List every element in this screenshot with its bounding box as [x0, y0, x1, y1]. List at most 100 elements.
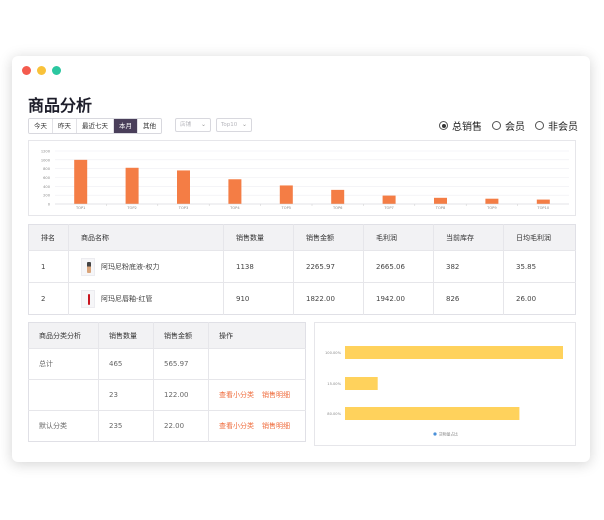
- view-subcategory-link[interactable]: 查看小分类: [219, 422, 254, 430]
- radio-member[interactable]: 会员: [492, 118, 525, 133]
- bar: [382, 195, 396, 204]
- cell-stock: 826: [433, 282, 504, 315]
- x-tick-label: TOP10: [536, 206, 549, 210]
- table-row: 23 122.00 查看小分类 销售明细: [28, 379, 306, 411]
- hbar-chart-svg: 100.00% 15.00% 80.00% 货物量占比: [325, 346, 563, 437]
- cell-product: 阿玛尼粉底液-权力: [68, 250, 224, 283]
- x-tick-label: TOP7: [383, 206, 393, 210]
- sales-detail-link[interactable]: 销售明细: [262, 422, 290, 430]
- cell-category: 总计: [28, 348, 99, 380]
- bar: [536, 199, 550, 204]
- cell-qty: 1138: [223, 250, 294, 283]
- bar: [125, 167, 139, 204]
- cell-actions: [208, 348, 306, 380]
- cell-category: 默认分类: [28, 410, 99, 442]
- legend-swatch: [433, 432, 437, 436]
- col-header-actions: 操作: [208, 322, 306, 349]
- period-yesterday-button[interactable]: 昨天: [53, 119, 77, 133]
- sales-type-radio-group: 总销售 会员 非会员: [439, 118, 578, 133]
- top-products-bar-chart: 0 200 400 600 800 1000 1200 TOP1 TOP2 TOP3 TOP4 TOP…: [28, 140, 576, 216]
- y-tick-label: 600: [43, 176, 51, 180]
- table-row[interactable]: 1 阿玛尼粉底液-权力 1138 2265.97 2665.06 382 35.…: [28, 250, 576, 283]
- period-segmented-control: 今天 昨天 最近七天 本月 其他: [28, 118, 162, 134]
- cell-rank: 1: [28, 250, 69, 283]
- col-header-qty: 销售数量: [223, 224, 294, 251]
- bar: [331, 189, 345, 204]
- radio-non-member-label: 非会员: [548, 122, 578, 133]
- x-tick-label: TOP9: [486, 206, 497, 210]
- x-tick-label: TOP3: [178, 206, 188, 210]
- cell-amount: 1822.00: [293, 282, 364, 315]
- bar: [279, 185, 293, 204]
- cell-category: [28, 379, 99, 411]
- period-last7days-button[interactable]: 最近七天: [77, 119, 114, 133]
- bar-chart-svg: 0 200 400 600 800 1000 1200 TOP1 TOP2 TOP3 TOP4 TOP…: [41, 150, 569, 210]
- x-tick-label: TOP8: [435, 206, 446, 210]
- radio-non-member[interactable]: 非会员: [535, 118, 578, 133]
- cell-qty: 235: [98, 410, 154, 442]
- chevron-down-icon: ⌄: [241, 121, 247, 128]
- store-select[interactable]: 店铺 ⌄: [175, 118, 211, 132]
- y-category-label: 15.00%: [327, 382, 341, 386]
- bar: [485, 198, 499, 204]
- col-header-stock: 当前库存: [433, 224, 504, 251]
- period-this-month-button[interactable]: 本月: [114, 119, 138, 133]
- hbar: [345, 346, 563, 359]
- cell-amount: 122.00: [153, 379, 209, 411]
- table-header-row: 商品分类分析 销售数量 销售金额 操作: [28, 322, 306, 349]
- store-select-placeholder: 店铺: [180, 122, 192, 128]
- category-share-bar-chart: 100.00% 15.00% 80.00% 货物量占比: [314, 322, 576, 446]
- cell-qty: 465: [98, 348, 154, 380]
- page-title: 商品分析: [28, 96, 93, 115]
- cell-profit: 2665.06: [363, 250, 434, 283]
- cell-actions: 查看小分类 销售明细: [208, 379, 306, 411]
- y-tick-label: 1000: [41, 158, 51, 162]
- top-select[interactable]: Top10 ⌄: [216, 118, 252, 132]
- cell-rank: 2: [28, 282, 69, 315]
- radio-unchecked-icon: [535, 121, 544, 130]
- col-header-name: 商品名称: [68, 224, 224, 251]
- legend-label: 货物量占比: [439, 432, 458, 437]
- col-header-qty: 销售数量: [98, 322, 154, 349]
- bar: [228, 179, 242, 204]
- cell-amount: 2265.97: [293, 250, 364, 283]
- col-header-rank: 排名: [28, 224, 69, 251]
- col-header-category: 商品分类分析: [28, 322, 99, 349]
- y-tick-label: 1200: [41, 150, 51, 154]
- product-ranking-table: 排名 商品名称 销售数量 销售金额 毛利润 当前库存 日均毛利润 1 阿玛尼粉底…: [28, 224, 576, 315]
- radio-unchecked-icon: [492, 121, 501, 130]
- y-tick-label: 800: [43, 167, 51, 171]
- cell-qty: 23: [98, 379, 154, 411]
- radio-member-label: 会员: [505, 122, 525, 133]
- app-window: 商品分析 今天 昨天 最近七天 本月 其他 店铺 ⌄ Top10 ⌄ 总销售 会…: [12, 56, 590, 462]
- maximize-window-button[interactable]: [52, 66, 61, 75]
- col-header-amount: 销售金额: [293, 224, 364, 251]
- table-row: 默认分类 235 22.00 查看小分类 销售明细: [28, 410, 306, 442]
- bar: [434, 197, 447, 204]
- bar: [74, 159, 88, 204]
- radio-total-sales[interactable]: 总销售: [439, 118, 482, 133]
- period-today-button[interactable]: 今天: [29, 119, 53, 133]
- view-subcategory-link[interactable]: 查看小分类: [219, 391, 254, 399]
- x-tick-label: TOP6: [332, 206, 343, 210]
- col-header-amount: 销售金额: [153, 322, 209, 349]
- col-header-daily-profit: 日均毛利润: [503, 224, 576, 251]
- y-category-label: 100.00%: [325, 351, 342, 355]
- top-select-placeholder: Top10: [221, 122, 238, 128]
- period-other-button[interactable]: 其他: [138, 119, 161, 133]
- radio-checked-icon: [439, 121, 448, 130]
- category-analysis-table: 商品分类分析 销售数量 销售金额 操作 总计 465 565.97 23 122…: [28, 322, 306, 442]
- x-tick-label: TOP5: [281, 206, 291, 210]
- product-thumbnail: [81, 289, 95, 308]
- y-tick-label: 0: [48, 203, 51, 207]
- table-header-row: 排名 商品名称 销售数量 销售金额 毛利润 当前库存 日均毛利润: [28, 224, 576, 251]
- y-category-label: 80.00%: [327, 412, 341, 416]
- y-tick-label: 200: [43, 194, 51, 198]
- sales-detail-link[interactable]: 销售明细: [262, 391, 290, 399]
- close-window-button[interactable]: [22, 66, 31, 75]
- cell-daily-profit: 35.85: [503, 250, 576, 283]
- minimize-window-button[interactable]: [37, 66, 46, 75]
- table-row[interactable]: 2 阿玛尼唇釉-红管 910 1822.00 1942.00 826 26.00: [28, 282, 576, 315]
- product-name: 阿玛尼唇釉-红管: [101, 294, 153, 303]
- product-name: 阿玛尼粉底液-权力: [101, 262, 160, 271]
